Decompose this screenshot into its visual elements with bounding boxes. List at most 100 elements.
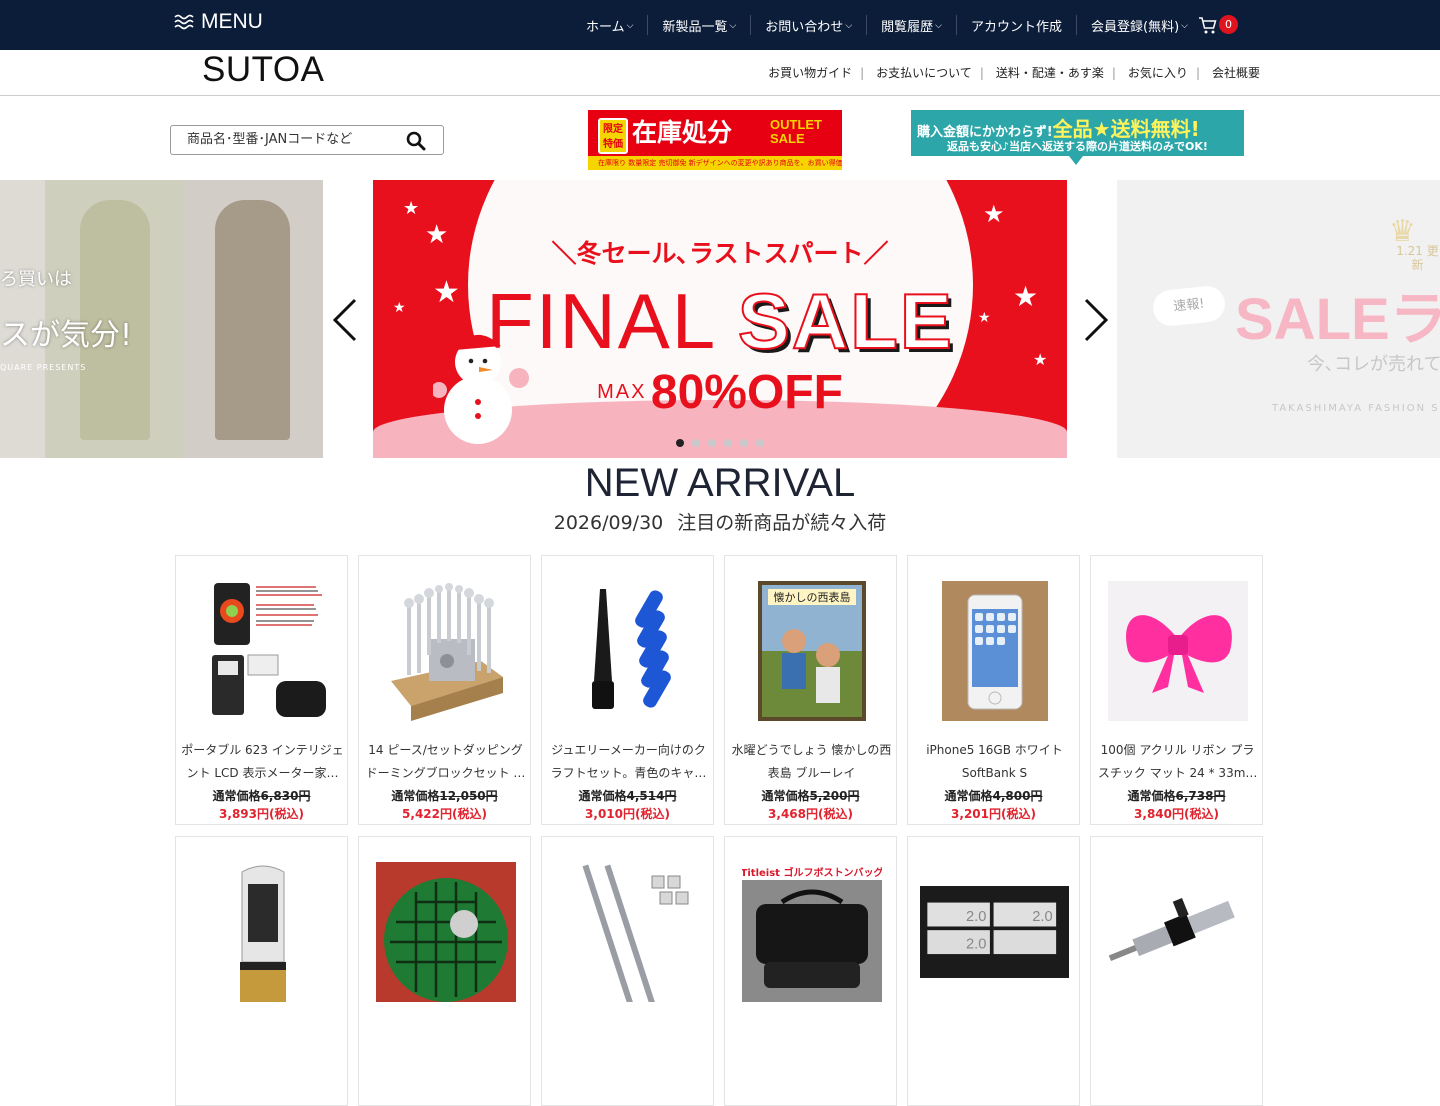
product-regular-price: 通常価格4,800円 xyxy=(908,787,1079,804)
bluray-case-icon: 懐かしの西表島 xyxy=(757,581,866,721)
max-text: MAX xyxy=(597,381,647,403)
nav-register[interactable]: 会員登録(無料) ⌵ xyxy=(1077,15,1202,35)
search-icon[interactable] xyxy=(406,131,426,151)
nav-home-label: ホーム xyxy=(586,19,625,35)
top-nav: ホーム ⌵ 新製品一覧 ⌵ お問い合わせ ⌵ 閲覧履歴 ⌵ アカウント作成 会員登録(無… xyxy=(572,0,1202,50)
nav-new-products-label: 新製品一覧 xyxy=(662,19,728,35)
nav-history[interactable]: 閲覧履歴 ⌵ xyxy=(867,15,957,35)
nav-contact[interactable]: お問い合わせ ⌵ xyxy=(751,15,868,35)
nav-home[interactable]: ホーム ⌵ xyxy=(572,15,649,35)
link-shipping[interactable]: 送料・配達・あす楽 xyxy=(996,64,1104,81)
menu-icon xyxy=(174,14,194,30)
section-date: 2026/09/30 xyxy=(553,512,664,534)
doming-block-set-icon xyxy=(390,583,503,721)
menu-button[interactable]: MENU xyxy=(173,10,263,34)
carousel-dot[interactable] xyxy=(756,439,764,447)
nav-contact-label: お問い合わせ xyxy=(765,19,844,35)
carousel-dot[interactable] xyxy=(708,439,716,447)
product-name[interactable]: 100個 アクリル リボン プラスチック マット 24 * 33mm … xyxy=(1096,739,1259,785)
smartphone-icon xyxy=(941,581,1048,721)
carousel-slide-next[interactable]: ♛ 1.21 更新 速報! SALEラ 今､コレが売れて TAKASHIMAYA… xyxy=(1117,180,1440,458)
product-image xyxy=(371,581,520,721)
injector-icon xyxy=(1108,898,1235,962)
carousel-slide-prev[interactable]: ろ買いは スが気分! QUARE PRESENTS xyxy=(0,180,323,458)
limited-price-tag: 限定特価 xyxy=(598,118,628,154)
chevron-down-icon: ⌵ xyxy=(626,21,634,31)
sale-text: SALE xyxy=(737,276,954,366)
carousel-next-arrow-icon[interactable] xyxy=(1082,297,1110,343)
regular-price-value: 4,514円 xyxy=(626,789,677,803)
product-card[interactable]: 100個 アクリル リボン プラスチック マット 24 * 33mm … 通常価… xyxy=(1090,555,1263,825)
regular-price-label: 通常価格 xyxy=(578,789,627,803)
product-card[interactable] xyxy=(541,836,714,1106)
link-company[interactable]: 会社概要 xyxy=(1212,64,1260,81)
product-name[interactable]: 14 ピース/セットダッピングドーミングブロックセット 金属… xyxy=(364,739,527,785)
hero-carousel: ろ買いは スが気分! QUARE PRESENTS ★ ★ ★ ★ ★ ★ ★ … xyxy=(0,180,1440,458)
product-card[interactable]: iPhone5 16GB ホワイト SoftBank S 通常価格4,800円 … xyxy=(907,555,1080,825)
carousel-dots xyxy=(373,439,1067,447)
chevron-down-icon: ⌵ xyxy=(1181,21,1188,31)
product-name[interactable]: ジュエリーメーカー向けのクラフトセット。青色のキャップ… xyxy=(547,739,710,785)
outlet-sale-banner[interactable]: 限定特価 在庫処分 OUTLET SALE 在庫限り 数量限定 売切御免 新デザ… xyxy=(588,110,842,170)
menu-label: MENU xyxy=(201,10,263,33)
svg-text:懐かしの西表島: 懐かしの西表島 xyxy=(773,590,850,604)
regular-price-value: 6,830円 xyxy=(260,789,311,803)
carousel-dot[interactable] xyxy=(692,439,700,447)
carousel-dot[interactable] xyxy=(676,439,684,447)
product-card[interactable] xyxy=(1090,836,1263,1106)
snowman-icon xyxy=(433,334,529,444)
regular-price-value: 6,738円 xyxy=(1175,789,1226,803)
carousel-dot[interactable] xyxy=(724,439,732,447)
divider: | xyxy=(1111,65,1116,80)
product-regular-price: 通常価格4,514円 xyxy=(542,787,713,804)
product-sale-price: 3,201円(税込) xyxy=(951,807,1036,821)
product-card[interactable]: ポータブル 623 インテリジェント LCD 表示メーター家庭用… 通常価格6,… xyxy=(175,555,348,825)
nav-create-account-label: アカウント作成 xyxy=(970,19,1062,35)
product-card[interactable]: 懐かしの西表島 水曜どうでしょう 懐かしの西表島 ブルーレイ 通常価格5,200… xyxy=(724,555,897,825)
regular-price-label: 通常価格 xyxy=(391,789,440,803)
nav-create-account[interactable]: アカウント作成 xyxy=(957,15,1077,35)
carousel-slide-active[interactable]: ★ ★ ★ ★ ★ ★ ★ ★ ＼冬セール､ラストスパート／ FINAL SAL… xyxy=(373,180,1067,458)
carousel-dot[interactable] xyxy=(740,439,748,447)
site-logo[interactable]: SUTOA xyxy=(202,50,324,90)
product-regular-price: 通常価格12,050円 xyxy=(359,787,530,804)
search-input[interactable] xyxy=(187,132,407,147)
cart-button[interactable]: 0 xyxy=(1198,14,1238,38)
divider: | xyxy=(860,65,865,80)
product-image: 懐かしの西表島 xyxy=(737,581,886,721)
link-favorites[interactable]: お気に入り xyxy=(1128,64,1188,81)
free-shipping-subtext: 返品も安心♪当店へ返送する際の片道送料のみでOK! xyxy=(947,140,1208,153)
product-image: Titleist ゴルフボストンバッグ xyxy=(737,862,886,1002)
chevron-down-icon: ⌵ xyxy=(935,21,942,31)
outlet-strip-text: 在庫限り 数量限定 売切御免 新デザインへの変更や訳あり商品を、お買い得価格でご… xyxy=(588,156,842,170)
product-regular-price: 通常価格6,738円 xyxy=(1091,787,1262,804)
ring-mandrel-set-icon xyxy=(591,589,671,709)
link-shopping-guide[interactable]: お買い物ガイド xyxy=(768,64,852,81)
nav-new-products[interactable]: 新製品一覧 ⌵ xyxy=(648,15,752,35)
cart-count-badge: 0 xyxy=(1219,15,1238,34)
product-name[interactable]: ポータブル 623 インテリジェント LCD 表示メーター家庭用… xyxy=(181,739,344,785)
product-sale-price: 3,010円(税込) xyxy=(585,807,670,821)
product-image xyxy=(188,862,337,1002)
product-card[interactable]: 2.0 2.0 2.0 xyxy=(907,836,1080,1106)
star-icon: ★ xyxy=(403,198,420,219)
product-name[interactable]: iPhone5 16GB ホワイト SoftBank S xyxy=(913,739,1076,785)
product-name[interactable]: 水曜どうでしょう 懐かしの西表島 ブルーレイ xyxy=(730,739,893,785)
svg-text:2.0: 2.0 xyxy=(966,937,986,953)
off-text: 80%OFF xyxy=(650,366,843,419)
product-card[interactable] xyxy=(358,836,531,1106)
link-payment[interactable]: お支払いについて xyxy=(876,64,972,81)
product-sale-price: 3,840円(税込) xyxy=(1134,807,1219,821)
product-card[interactable] xyxy=(175,836,348,1106)
regular-price-value: 4,800円 xyxy=(992,789,1043,803)
product-card[interactable]: ジュエリーメーカー向けのクラフトセット。青色のキャップ… 通常価格4,514円 … xyxy=(541,555,714,825)
product-card[interactable]: 14 ピース/セットダッピングドーミングブロックセット 金属… 通常価格12,0… xyxy=(358,555,531,825)
carousel-prev-arrow-icon[interactable] xyxy=(331,297,359,343)
regular-price-value: 12,050円 xyxy=(439,789,498,803)
svg-text:2.0: 2.0 xyxy=(966,909,986,925)
product-image xyxy=(554,581,703,721)
air-filter-icon xyxy=(375,862,516,1002)
product-card[interactable]: Titleist ゴルフボストンバッグ xyxy=(724,836,897,1106)
free-shipping-banner[interactable]: 購入金額にかかわらず!全品★送料無料! 返品も安心♪当店へ返送する際の片道送料の… xyxy=(911,110,1244,165)
nav-history-label: 閲覧履歴 xyxy=(881,19,934,35)
